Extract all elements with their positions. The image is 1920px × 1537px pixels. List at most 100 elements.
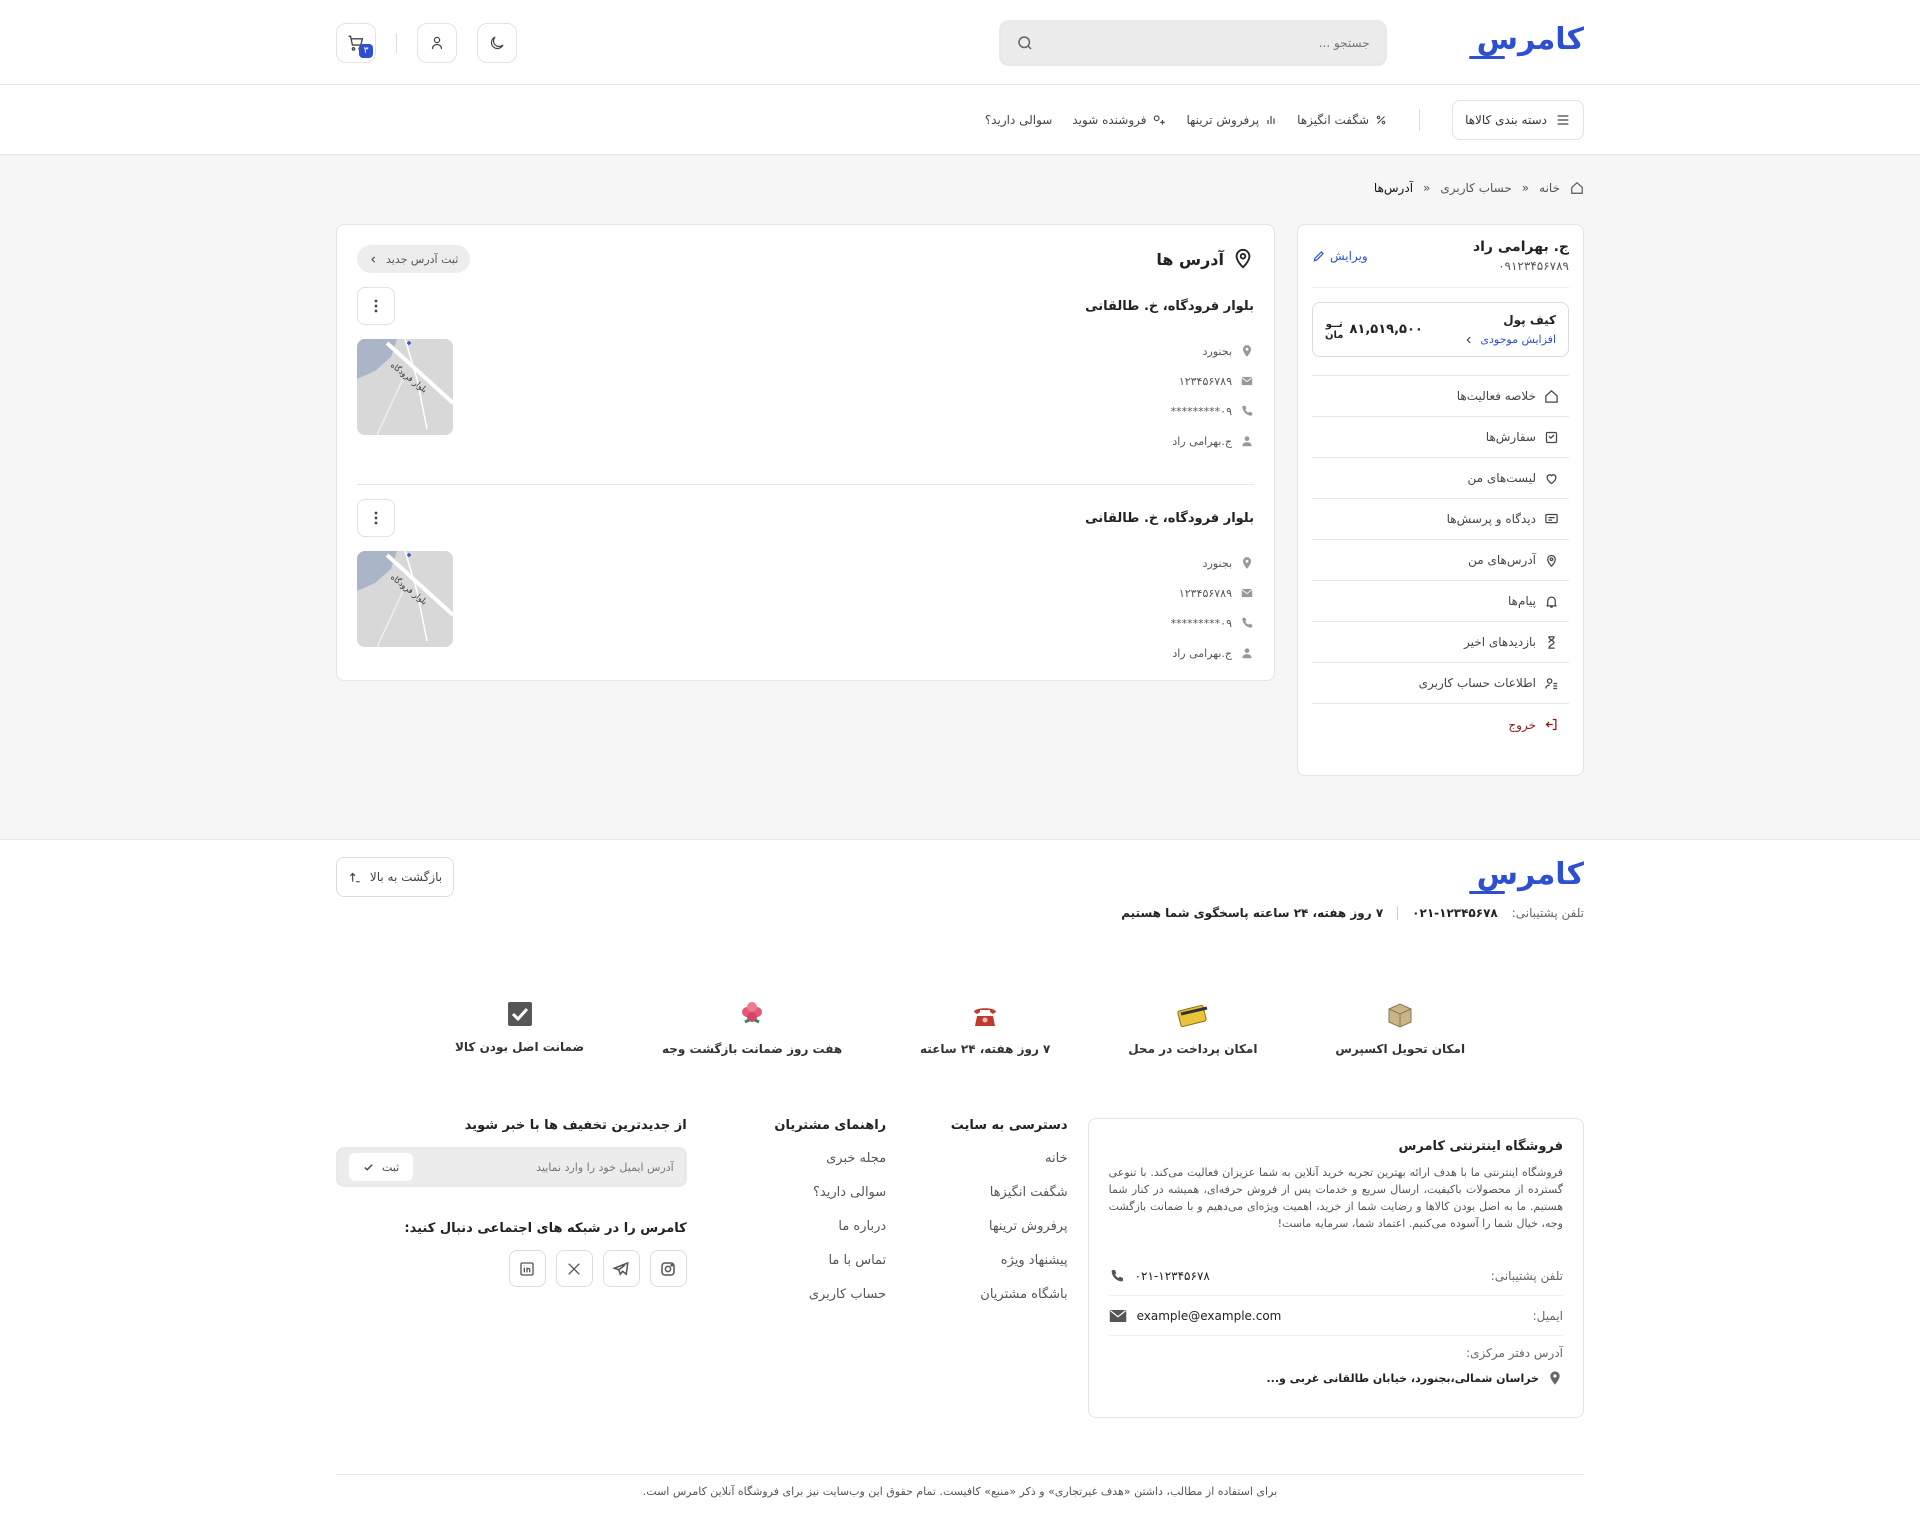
menu-item-account-info[interactable]: اطلاعات حساب کاربری — [1312, 663, 1569, 704]
footer-link[interactable]: تماس با ما — [727, 1253, 886, 1287]
more-vertical-icon — [374, 299, 378, 313]
arrow-up-icon — [348, 870, 362, 884]
footer-link[interactable]: سوالی دارید؟ — [727, 1185, 886, 1219]
new-address-label: ثبت آدرس جدید — [386, 252, 459, 266]
location-pin-icon — [1240, 344, 1254, 358]
newsletter-email-input[interactable]: آدرس ایمیل خود را وارد نمایید — [536, 1161, 674, 1174]
wallet-unit-bottom: مان — [1325, 329, 1344, 341]
site-links-column: دسترسی به سایت خانه شگفت انگیزها پرفروش … — [908, 1118, 1068, 1418]
feature-label: هفت روز ضمانت بازگشت وجه — [661, 1042, 843, 1056]
account-sidebar: ج. بهرامی راد ۰۹۱۲۳۴۵۶۷۸۹ ویرایش کیف پول… — [1297, 224, 1584, 776]
contact-phone-label: تلفن پشتیبانی: — [1490, 1268, 1563, 1283]
phone-icon — [1240, 616, 1254, 630]
menu-item-logout[interactable]: خروج — [1312, 704, 1569, 745]
back-to-top-button[interactable]: بازگشت به بالا — [336, 857, 454, 897]
footer-link[interactable]: درباره ما — [727, 1219, 886, 1253]
instagram-button[interactable] — [649, 1250, 687, 1287]
footer-link[interactable]: حساب کاربری — [727, 1287, 886, 1321]
nav-link-faq[interactable]: سوالی دارید؟ — [985, 113, 1053, 127]
new-address-button[interactable]: ثبت آدرس جدید — [357, 245, 471, 273]
telegram-button[interactable] — [602, 1250, 640, 1287]
flower-icon — [737, 1000, 767, 1030]
address-recipient: ج.بهرامی راد — [1085, 426, 1254, 456]
theme-toggle-button[interactable] — [477, 22, 517, 63]
nav-link-label: سوالی دارید؟ — [984, 113, 1053, 127]
footer-link[interactable]: باشگاه مشتریان — [908, 1287, 1067, 1321]
categories-button[interactable]: دسته بندی کالاها — [1452, 100, 1584, 140]
customer-guide-title: راهنمای مشتریان — [774, 1118, 887, 1133]
home-icon[interactable] — [1570, 181, 1584, 195]
footer-logo[interactable]: کامرس — [1468, 860, 1584, 896]
address-options-button[interactable] — [357, 287, 395, 325]
phone-icon — [1109, 1268, 1125, 1284]
site-logo[interactable]: کامرس — [1468, 24, 1584, 61]
menu-item-comments[interactable]: دیدگاه و پرسش‌ها — [1312, 499, 1569, 540]
menu-item-label: خروج — [1508, 717, 1536, 732]
double-chevron-icon: « — [1521, 180, 1530, 195]
footer-link[interactable]: شگفت انگیزها — [908, 1185, 1068, 1219]
back-to-top-label: بازگشت به بالا — [369, 870, 443, 884]
more-vertical-icon — [374, 511, 378, 525]
telegram-icon — [612, 1260, 630, 1278]
footer-link[interactable]: پیشنهاد ویژه — [908, 1253, 1068, 1287]
linkedin-button[interactable] — [508, 1250, 546, 1287]
contact-email-row: ایمیل: example@example.com — [1108, 1296, 1563, 1336]
nav-links: شگفت انگیزها پرفروش ترینها فروشنده شوید … — [985, 113, 1387, 127]
cart-button[interactable]: ۳ — [336, 22, 376, 63]
newsletter-submit-button[interactable]: ثبت — [348, 1153, 414, 1181]
address-map-thumbnail[interactable]: بلوار فرودگاه — [357, 339, 453, 435]
menu-item-recent-visits[interactable]: بازدیدهای اخیر — [1312, 622, 1569, 663]
office-label: آدرس دفتر مرکزی: — [1466, 1346, 1563, 1360]
menu-item-orders[interactable]: سفارش‌ها — [1312, 417, 1569, 458]
nav-link-become-seller[interactable]: فروشنده شوید — [1072, 113, 1166, 127]
social-title: کامرس را در شبکه های اجتماعی دنبال کنید: — [404, 1221, 687, 1236]
footer-link[interactable]: خانه — [908, 1151, 1068, 1185]
menu-item-messages[interactable]: پیام‌ها — [1312, 581, 1569, 622]
wallet-increase-link[interactable]: افزایش موجودی — [1464, 333, 1556, 346]
address-item: بلوار فرودگاه، خ. طالقانی بجنورد ۱۲۳۴۵۶۷… — [357, 485, 1254, 668]
person-icon — [1240, 646, 1254, 660]
logout-icon — [1544, 717, 1559, 732]
edit-profile-link[interactable]: ویرایش — [1312, 249, 1368, 263]
breadcrumb-account[interactable]: حساب کاربری — [1440, 181, 1511, 195]
feature-support: ۷ روز هفته، ۲۴ ساعته — [920, 1000, 1050, 1056]
breadcrumb-home[interactable]: خانه — [1539, 181, 1560, 195]
search-box[interactable] — [998, 19, 1387, 66]
support-hours: ۷ روز هفته، ۲۴ ساعته پاسخگوی شما هستیم — [1121, 906, 1384, 920]
nav-link-bestsellers[interactable]: پرفروش ترینها — [1186, 113, 1277, 127]
feature-label: امکان پرداخت در محل — [1128, 1042, 1258, 1056]
service-features: امکان تحویل اکسپرس امکان پرداخت در محل ۷… — [336, 1000, 1584, 1056]
menu-item-summary[interactable]: خلاصه فعالیت‌ها — [1312, 376, 1569, 417]
search-input[interactable] — [1069, 35, 1370, 50]
feature-label: امکان تحویل اکسپرس — [1335, 1042, 1466, 1056]
nav-link-label: پرفروش ترینها — [1186, 113, 1260, 127]
footer-link[interactable]: مجله خبری — [727, 1151, 886, 1185]
x-button[interactable] — [555, 1250, 593, 1287]
menu-item-lists[interactable]: لیست‌های من — [1312, 458, 1569, 499]
feature-label: ۷ روز هفته، ۲۴ ساعته — [920, 1042, 1051, 1056]
contact-phone-value[interactable]: ۰۲۱-۱۲۳۴۵۶۷۸ — [1109, 1268, 1210, 1284]
nav-link-label: شگفت انگیزها — [1297, 113, 1370, 127]
header-actions: ۳ — [336, 22, 517, 63]
chevron-left-icon — [369, 255, 378, 264]
account-button[interactable] — [417, 22, 457, 63]
submit-label: ثبت — [381, 1160, 400, 1174]
nav-link-amazing[interactable]: شگفت انگیزها — [1297, 113, 1387, 127]
double-chevron-icon: « — [1423, 180, 1431, 195]
header-divider — [396, 32, 397, 53]
location-pin-icon — [1544, 553, 1559, 568]
search-icon[interactable] — [1016, 34, 1034, 52]
menu-item-addresses[interactable]: آدرس‌های من — [1312, 540, 1569, 581]
address-map-thumbnail[interactable]: بلوار فرودگاه — [357, 551, 453, 647]
support-label: تلفن پشتیبانی: — [1511, 906, 1584, 920]
copyright-text: برای استفاده از مطالب، داشتن «هدف غیرتجا… — [336, 1474, 1584, 1498]
address-postal: ۱۲۳۴۵۶۷۸۹ — [1085, 366, 1254, 396]
menu-item-label: آدرس‌های من — [1468, 553, 1536, 567]
footer-link[interactable]: پرفروش ترینها — [908, 1219, 1068, 1253]
breadcrumb: خانه « حساب کاربری « آدرس‌ها — [336, 155, 1584, 210]
contact-phone-text: ۰۲۱-۱۲۳۴۵۶۷۸ — [1134, 1268, 1210, 1283]
address-city: بجنورد — [1085, 548, 1254, 578]
contact-email-value[interactable]: example@example.com — [1109, 1309, 1281, 1323]
address-phone-text: ۰۹********* — [1170, 404, 1232, 418]
address-options-button[interactable] — [357, 499, 395, 537]
